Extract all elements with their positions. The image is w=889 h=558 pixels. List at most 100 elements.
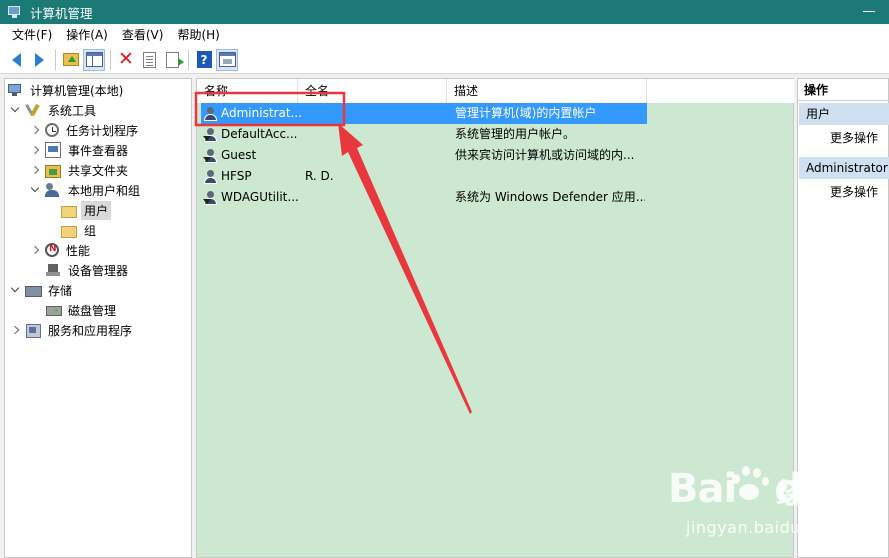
show-hide-console-tree-button[interactable] bbox=[83, 48, 105, 71]
table-row[interactable]: Administrat... 管理计算机(域)的内置帐户 bbox=[197, 103, 795, 124]
cell-name: Guest bbox=[221, 148, 257, 162]
tree-item-system-tools[interactable]: 系统工具 bbox=[9, 100, 99, 120]
tree-item-shared-folders[interactable]: 共享文件夹 bbox=[29, 160, 131, 180]
toolbar-separator bbox=[110, 49, 111, 70]
delete-icon: ✕ bbox=[118, 48, 134, 70]
cell-name: HFSP bbox=[221, 169, 252, 183]
cell-fullname bbox=[305, 124, 445, 145]
menu-action[interactable]: 操作(A) bbox=[59, 24, 115, 46]
cell-description: 系统为 Windows Defender 应用... bbox=[455, 190, 645, 204]
cell-name: DefaultAcc... bbox=[221, 127, 298, 141]
tree-item-label: 事件查看器 bbox=[68, 143, 129, 158]
tree-item-storage[interactable]: 存储 bbox=[9, 280, 75, 300]
up-one-level-button[interactable] bbox=[60, 49, 82, 71]
more-actions-link[interactable]: 更多操作 bbox=[830, 128, 878, 148]
up-folder-icon bbox=[63, 53, 79, 66]
disabled-user-icon bbox=[203, 148, 219, 163]
forward-button[interactable] bbox=[28, 49, 50, 71]
table-row[interactable]: DefaultAcc... 系统管理的用户帐户。 bbox=[197, 124, 795, 145]
disk-icon bbox=[45, 302, 62, 318]
chevron-right-icon bbox=[30, 145, 40, 155]
action-pane-icon bbox=[218, 52, 236, 67]
show-hide-action-pane-button[interactable] bbox=[216, 48, 238, 71]
table-row[interactable]: WDAGUtilit... 系统为 Windows Defender 应用... bbox=[197, 187, 795, 208]
expand-toggle[interactable] bbox=[9, 283, 21, 296]
cell-description bbox=[455, 166, 645, 187]
column-header-description[interactable]: 描述 bbox=[447, 79, 647, 103]
tree-item-computer-management[interactable]: 计算机管理(本地) bbox=[7, 80, 126, 100]
actions-section-users[interactable]: 用户 bbox=[799, 103, 889, 125]
user-icon bbox=[203, 106, 219, 121]
tree-item-disk-management[interactable]: 磁盘管理 bbox=[45, 300, 119, 320]
users-icon bbox=[45, 182, 61, 198]
table-row[interactable]: Guest 供来宾访问计算机或访问域的内... bbox=[197, 145, 795, 166]
tree-item-services-applications[interactable]: 服务和应用程序 bbox=[9, 320, 135, 340]
shared-folder-icon bbox=[45, 164, 61, 178]
chevron-down-icon bbox=[30, 183, 40, 193]
show-hide-tree-icon bbox=[85, 52, 103, 67]
cell-description: 系统管理的用户帐户。 bbox=[455, 127, 576, 141]
tree-item-task-scheduler[interactable]: 任务计划程序 bbox=[29, 120, 141, 140]
actions-title: 操作 bbox=[798, 79, 889, 101]
tree-item-label: 组 bbox=[84, 223, 97, 238]
back-button[interactable] bbox=[5, 49, 27, 71]
tree-item-event-viewer[interactable]: 事件查看器 bbox=[29, 140, 131, 160]
chevron-down-icon bbox=[10, 103, 20, 113]
delete-button[interactable]: ✕ bbox=[115, 49, 137, 71]
tree-item-label: 设备管理器 bbox=[68, 263, 129, 278]
properties-button[interactable] bbox=[138, 49, 160, 71]
actions-section-administrator[interactable]: Administrator bbox=[799, 157, 889, 179]
tree-item-performance[interactable]: 性能 bbox=[29, 240, 93, 260]
device-manager-icon bbox=[45, 262, 61, 278]
tree-item-label: 性能 bbox=[66, 243, 91, 258]
title-bar: 计算机管理 bbox=[0, 0, 889, 24]
tree-item-local-users-groups[interactable]: 本地用户和组 bbox=[29, 180, 143, 200]
tree-item-label: 共享文件夹 bbox=[68, 163, 129, 178]
tree-item-device-manager[interactable]: 设备管理器 bbox=[45, 260, 131, 280]
window-title: 计算机管理 bbox=[30, 5, 93, 21]
user-icon bbox=[203, 169, 219, 184]
expand-toggle[interactable] bbox=[29, 144, 41, 156]
cell-description: 管理计算机(域)的内置帐户 bbox=[455, 106, 597, 120]
baidu-jingyan-watermark: Bai du 经验 jingyan.baidu.com bbox=[668, 460, 883, 552]
tree-item-users[interactable]: 用户 bbox=[61, 200, 112, 220]
help-icon: ? bbox=[196, 51, 212, 68]
more-actions-link[interactable]: 更多操作 bbox=[830, 182, 878, 202]
chevron-right-icon bbox=[10, 325, 20, 335]
forward-icon bbox=[34, 52, 44, 67]
computer-management-icon bbox=[8, 5, 22, 19]
cell-fullname: R. D. bbox=[305, 169, 334, 183]
column-header-fullname[interactable]: 全名 bbox=[298, 79, 447, 103]
minimize-button[interactable] bbox=[849, 0, 889, 24]
menu-file[interactable]: 文件(F) bbox=[0, 24, 59, 46]
back-icon bbox=[11, 52, 21, 67]
watermark-text: 经验 bbox=[776, 477, 833, 510]
tree-item-label: 本地用户和组 bbox=[68, 183, 141, 198]
expand-toggle[interactable] bbox=[9, 103, 21, 116]
expand-toggle[interactable] bbox=[29, 183, 41, 196]
cell-name: Administrat... bbox=[221, 106, 301, 120]
cell-fullname bbox=[305, 103, 445, 124]
expand-toggle[interactable] bbox=[9, 324, 21, 336]
watermark-url: jingyan.baidu.com bbox=[686, 518, 843, 537]
chevron-right-icon bbox=[30, 125, 40, 135]
expand-toggle[interactable] bbox=[29, 164, 41, 176]
table-row[interactable]: HFSP R. D. bbox=[197, 166, 795, 187]
properties-icon bbox=[142, 51, 156, 68]
menu-view[interactable]: 查看(V) bbox=[115, 24, 171, 46]
cell-fullname bbox=[305, 187, 445, 208]
disabled-user-icon bbox=[203, 127, 219, 142]
expand-toggle[interactable] bbox=[29, 124, 41, 136]
list-header: 名称 全名 描述 bbox=[197, 79, 795, 103]
column-header-name[interactable]: 名称 bbox=[197, 79, 298, 103]
toolbar: ✕ ? bbox=[0, 46, 889, 74]
menu-help[interactable]: 帮助(H) bbox=[170, 24, 226, 46]
help-button[interactable]: ? bbox=[193, 49, 215, 71]
tree-item-label: 任务计划程序 bbox=[66, 123, 139, 138]
cell-name: WDAGUtilit... bbox=[221, 190, 299, 204]
expand-toggle[interactable] bbox=[29, 244, 41, 256]
tree-item-label: 磁盘管理 bbox=[68, 303, 117, 318]
computer-icon bbox=[7, 82, 23, 98]
tree-item-groups[interactable]: 组 bbox=[61, 220, 99, 240]
export-list-button[interactable] bbox=[161, 49, 184, 71]
